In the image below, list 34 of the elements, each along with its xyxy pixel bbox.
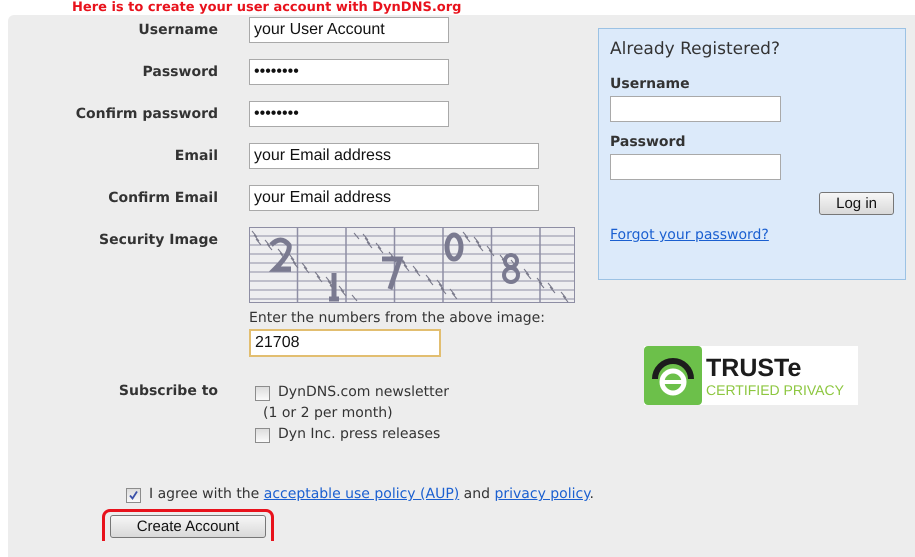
login-title: Already Registered? [610, 39, 781, 59]
field-label: Password [610, 134, 686, 150]
policy-link[interactable]: acceptable use policy (AUP) [264, 486, 460, 502]
input-field[interactable]: •••••••• [249, 59, 449, 85]
field-label: Confirm password [74, 105, 218, 122]
page-heading: Here is to create your user account with DynDNS.org [71, 0, 462, 15]
input-field[interactable]: your User Account [249, 17, 449, 43]
checkbox[interactable] [255, 386, 270, 401]
input-field[interactable] [610, 154, 781, 180]
field-label: Email [174, 147, 218, 164]
login-button[interactable]: Log in [819, 192, 894, 215]
policy-link[interactable]: privacy policy [494, 486, 590, 502]
agreement-text: I agree with the acceptable use policy (AUP) and privacy policy. [149, 486, 594, 502]
field-label: Password [142, 63, 218, 80]
create-account-button[interactable]: Create Account [110, 515, 266, 538]
badge-name: TRUSTe [706, 354, 802, 382]
badge-tagline: CERTIFIED PRIVACY [706, 382, 844, 398]
checkbox[interactable] [126, 488, 141, 503]
field-label: Username [610, 76, 691, 92]
checkbox-label: Dyn Inc. press releases [278, 426, 440, 442]
option-note: (1 or 2 per month) [263, 405, 394, 421]
field-label: Confirm Email [107, 189, 218, 206]
input-field[interactable] [610, 96, 781, 122]
captcha-input[interactable]: 21708 [249, 329, 441, 357]
checkbox[interactable] [255, 428, 270, 443]
field-label: Security Image [98, 231, 218, 248]
input-field[interactable]: your Email address [249, 185, 539, 211]
captcha-hint: Enter the numbers from the above image: [249, 310, 546, 326]
input-field[interactable]: •••••••• [249, 101, 449, 127]
input-field[interactable]: your Email address [249, 143, 539, 169]
field-label: Subscribe to [118, 383, 218, 399]
field-label: Username [137, 21, 218, 38]
checkbox-label: DynDNS.com newsletter [278, 384, 449, 400]
forgot-password-link[interactable]: Forgot your password? [610, 227, 769, 243]
